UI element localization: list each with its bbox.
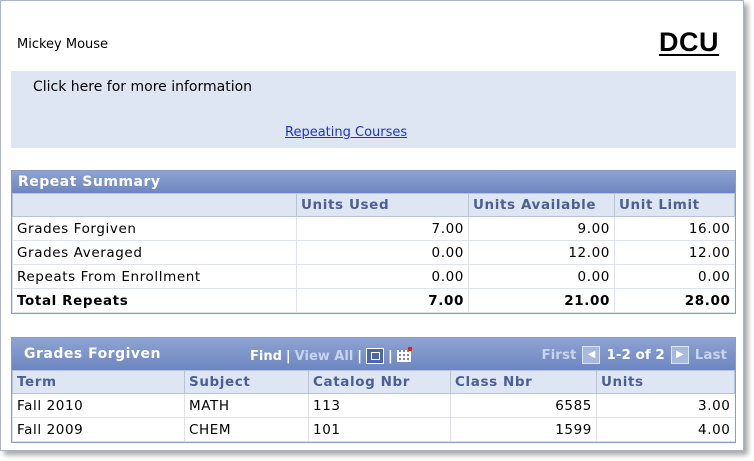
class-nbr-cell: 6585 — [450, 393, 597, 418]
first-link[interactable]: First — [541, 347, 576, 363]
row-label: Total Repeats — [12, 288, 297, 313]
info-panel: Click here for more information Repeatin… — [11, 71, 736, 148]
column-header-unit-limit: Unit Limit — [614, 193, 735, 217]
catalog-nbr-cell: 101 — [308, 417, 451, 442]
units-used-value: 7.00 — [296, 288, 469, 313]
table-header-row: Units Used Units Available Unit Limit — [12, 193, 735, 217]
table-row: Grades Averaged 0.00 12.00 12.00 — [12, 240, 735, 265]
column-header-units-used: Units Used — [296, 193, 469, 217]
column-header-class-nbr[interactable]: Class Nbr — [450, 370, 597, 394]
grades-forgiven-table: Term Subject Catalog Nbr Class Nbr Units… — [12, 370, 735, 442]
row-label: Repeats From Enrollment — [12, 264, 297, 289]
table-row: Repeats From Enrollment 0.00 0.00 0.00 — [12, 264, 735, 289]
catalog-nbr-cell: 113 — [308, 393, 451, 418]
nav-separator: | — [388, 348, 393, 364]
term-cell: Fall 2010 — [12, 393, 185, 418]
download-spreadsheet-icon[interactable] — [396, 347, 412, 362]
total-row: Total Repeats 7.00 21.00 28.00 — [12, 288, 735, 313]
next-arrow-icon[interactable]: ▶ — [670, 346, 689, 364]
view-all-link[interactable]: View All — [295, 349, 354, 364]
column-header-catalog-nbr[interactable]: Catalog Nbr — [308, 370, 451, 394]
units-cell: 3.00 — [596, 393, 735, 418]
table-row: Fall 2009 CHEM 101 1599 4.00 — [12, 417, 735, 442]
table-row: Fall 2010 MATH 113 6585 3.00 — [12, 393, 735, 418]
units-used-value: 0.00 — [296, 264, 469, 289]
column-header-subject[interactable]: Subject — [184, 370, 309, 394]
column-header-term[interactable]: Term — [12, 370, 185, 394]
page-frame: Mickey Mouse DCU Click here for more inf… — [0, 0, 744, 451]
zoom-grid-icon[interactable] — [366, 348, 385, 364]
subject-cell: MATH — [184, 393, 309, 418]
units-available-value: 21.00 — [468, 288, 615, 313]
nav-separator: | — [285, 348, 291, 364]
column-header-blank — [12, 193, 297, 217]
units-cell: 4.00 — [596, 417, 735, 442]
find-link[interactable]: Find — [250, 349, 282, 364]
subject-cell: CHEM — [184, 417, 309, 442]
column-header-units[interactable]: Units — [596, 370, 735, 394]
units-available-value: 0.00 — [468, 264, 615, 289]
table-header-row: Term Subject Catalog Nbr Class Nbr Units — [12, 370, 735, 394]
column-header-units-available: Units Available — [468, 193, 615, 217]
unit-limit-value: 0.00 — [614, 264, 735, 289]
repeating-courses-link[interactable]: Repeating Courses — [285, 125, 407, 140]
class-nbr-cell: 1599 — [450, 417, 597, 442]
units-used-value: 7.00 — [296, 216, 469, 241]
units-used-value: 0.00 — [296, 240, 469, 265]
repeat-summary-table: Units Used Units Available Unit Limit Gr… — [12, 193, 735, 313]
dcu-logo: DCU — [659, 27, 719, 57]
repeat-summary-grid: Repeat Summary Units Used Units Availabl… — [11, 170, 736, 314]
info-text: Click here for more information — [33, 79, 253, 95]
grades-forgiven-title: Grades Forgiven — [24, 346, 161, 362]
previous-arrow-icon[interactable]: ◀ — [582, 346, 601, 364]
unit-limit-value: 12.00 — [614, 240, 735, 265]
repeat-summary-title: Repeat Summary — [12, 171, 735, 193]
last-link[interactable]: Last — [695, 347, 727, 363]
unit-limit-value: 28.00 — [614, 288, 735, 313]
row-label: Grades Forgiven — [12, 216, 297, 241]
table-row: Grades Forgiven 7.00 9.00 16.00 — [12, 216, 735, 241]
unit-limit-value: 16.00 — [614, 216, 735, 241]
page-range: 1-2 of 2 — [606, 347, 665, 363]
row-label: Grades Averaged — [12, 240, 297, 265]
grades-forgiven-grid: Grades Forgiven Find | View All | | Firs… — [11, 337, 736, 443]
term-cell: Fall 2009 — [12, 417, 185, 442]
grid-nav: Find | View All | | — [250, 347, 412, 364]
grades-forgiven-header: Grades Forgiven Find | View All | | Firs… — [12, 338, 735, 370]
grid-pager: First ◀ 1-2 of 2 ▶ Last — [541, 346, 727, 364]
units-available-value: 9.00 — [468, 216, 615, 241]
units-available-value: 12.00 — [468, 240, 615, 265]
student-name: Mickey Mouse — [17, 37, 109, 52]
nav-separator: | — [357, 348, 363, 364]
